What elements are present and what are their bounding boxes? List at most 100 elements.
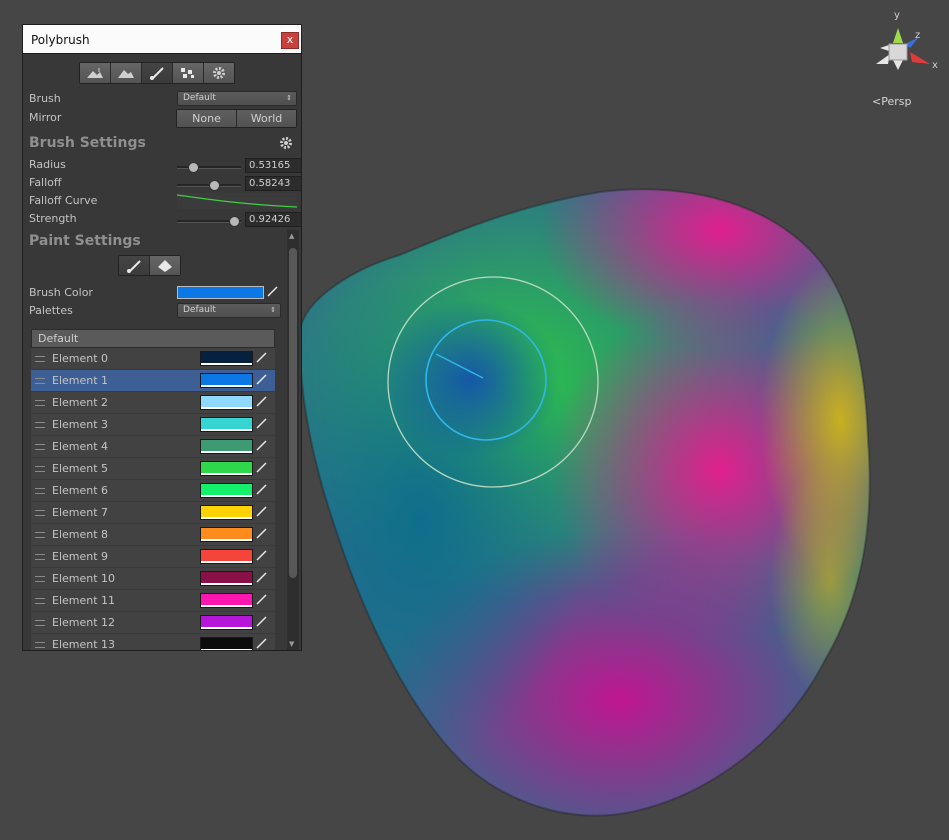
strength-value-field[interactable]: 0.92426 bbox=[245, 212, 301, 227]
palette-element-swatch[interactable] bbox=[200, 439, 253, 454]
palette-element-swatch[interactable] bbox=[200, 527, 253, 542]
palette-element-row[interactable]: Element 11 bbox=[31, 590, 275, 612]
drag-handle-icon[interactable] bbox=[35, 532, 45, 538]
eyedropper-icon[interactable] bbox=[256, 549, 268, 561]
eyedropper-icon[interactable] bbox=[256, 373, 268, 385]
falloff-curve-field[interactable] bbox=[176, 193, 298, 209]
palette-element-swatch[interactable] bbox=[200, 483, 253, 498]
eyedropper-icon[interactable] bbox=[256, 571, 268, 583]
smooth-icon bbox=[118, 70, 134, 78]
palette-element-swatch[interactable] bbox=[200, 373, 253, 388]
eyedropper-icon[interactable] bbox=[256, 483, 268, 495]
palette-element-row[interactable]: Element 4 bbox=[31, 436, 275, 458]
eyedropper-icon[interactable] bbox=[256, 351, 268, 363]
mirror-world-button[interactable]: World bbox=[237, 110, 296, 127]
scrollbar-thumb[interactable] bbox=[289, 248, 297, 578]
drag-handle-icon[interactable] bbox=[35, 554, 45, 560]
palette-element-swatch[interactable] bbox=[200, 417, 253, 432]
axis-y-label: y bbox=[894, 10, 900, 21]
mirror-none-button[interactable]: None bbox=[177, 110, 237, 127]
palette-element-swatch[interactable] bbox=[200, 593, 253, 608]
drag-handle-icon[interactable] bbox=[35, 576, 45, 582]
palette-element-swatch[interactable] bbox=[200, 505, 253, 520]
palette-element-row[interactable]: Element 8 bbox=[31, 524, 275, 546]
scroll-down-icon[interactable]: ▼ bbox=[289, 640, 294, 648]
eyedropper-icon[interactable] bbox=[256, 439, 268, 451]
paint-mode-button[interactable] bbox=[142, 63, 173, 83]
window-titlebar[interactable]: Polybrush x bbox=[23, 25, 301, 54]
palettes-dropdown[interactable]: Default ⇕ bbox=[177, 303, 281, 318]
palette-element-row[interactable]: Element 6 bbox=[31, 480, 275, 502]
scatter-prefab-icon bbox=[181, 68, 194, 78]
eyedropper-icon[interactable] bbox=[256, 461, 268, 473]
palette-element-row[interactable]: Element 13 bbox=[31, 634, 275, 651]
axis-x-label: x bbox=[932, 60, 938, 71]
radius-value-field[interactable]: 0.53165 bbox=[245, 158, 301, 173]
eyedropper-icon[interactable] bbox=[267, 285, 279, 297]
brush-dropdown[interactable]: Default ⇕ bbox=[177, 91, 297, 106]
eyedropper-icon[interactable] bbox=[256, 395, 268, 407]
palette-element-row[interactable]: Element 10 bbox=[31, 568, 275, 590]
palette-element-swatch[interactable] bbox=[200, 351, 253, 366]
falloff-slider[interactable] bbox=[177, 180, 241, 191]
palette-element-swatch[interactable] bbox=[200, 615, 253, 630]
paint-fill-tab[interactable] bbox=[150, 256, 180, 275]
palette-element-row[interactable]: Element 12 bbox=[31, 612, 275, 634]
eyedropper-icon[interactable] bbox=[256, 527, 268, 539]
axis-z-label: z bbox=[915, 30, 920, 41]
panel-scrollbar[interactable]: ▲ ▼ bbox=[287, 230, 299, 650]
palette-element-swatch[interactable] bbox=[200, 637, 253, 650]
smooth-mode-button[interactable] bbox=[111, 63, 142, 83]
brush-color-swatch[interactable] bbox=[177, 286, 264, 299]
radius-slider-thumb[interactable] bbox=[188, 162, 200, 173]
palette-element-label: Element 13 bbox=[52, 638, 116, 651]
strength-slider-thumb[interactable] bbox=[228, 216, 240, 227]
brush-label: Brush bbox=[29, 92, 61, 105]
drag-handle-icon[interactable] bbox=[35, 642, 45, 648]
scroll-up-icon[interactable]: ▲ bbox=[289, 232, 294, 240]
close-button[interactable]: x bbox=[281, 32, 299, 49]
brush-settings-gear-icon[interactable] bbox=[279, 136, 293, 150]
drag-handle-icon[interactable] bbox=[35, 598, 45, 604]
palette-element-row[interactable]: Element 0 bbox=[31, 348, 275, 370]
palettes-dropdown-value: Default bbox=[183, 305, 216, 315]
palette-element-label: Element 9 bbox=[52, 550, 109, 563]
projection-toggle[interactable]: <Persp bbox=[872, 95, 911, 108]
settings-mode-button[interactable] bbox=[204, 63, 234, 83]
palette-element-row[interactable]: Element 1 bbox=[31, 370, 275, 392]
palette-element-row[interactable]: Element 5 bbox=[31, 458, 275, 480]
drag-handle-icon[interactable] bbox=[35, 356, 45, 362]
palette-element-swatch[interactable] bbox=[200, 461, 253, 476]
palette-name[interactable]: Default bbox=[31, 329, 275, 348]
scatter-mode-button[interactable] bbox=[173, 63, 204, 83]
eyedropper-icon[interactable] bbox=[256, 593, 268, 605]
palette-element-row[interactable]: Element 2 bbox=[31, 392, 275, 414]
palette-element-swatch[interactable] bbox=[200, 549, 253, 564]
falloff-value-field[interactable]: 0.58243 bbox=[245, 176, 301, 191]
sculpt-mode-button[interactable] bbox=[80, 63, 111, 83]
drag-handle-icon[interactable] bbox=[35, 444, 45, 450]
palette-element-row[interactable]: Element 9 bbox=[31, 546, 275, 568]
orientation-gizmo[interactable]: y z x bbox=[876, 10, 938, 71]
painted-mesh[interactable] bbox=[250, 110, 920, 840]
eyedropper-icon[interactable] bbox=[256, 417, 268, 429]
palette-element-row[interactable]: Element 3 bbox=[31, 414, 275, 436]
palette-element-swatch[interactable] bbox=[200, 395, 253, 410]
drag-handle-icon[interactable] bbox=[35, 422, 45, 428]
drag-handle-icon[interactable] bbox=[35, 620, 45, 626]
eyedropper-icon[interactable] bbox=[256, 637, 268, 649]
palette-element-swatch[interactable] bbox=[200, 571, 253, 586]
falloff-slider-thumb[interactable] bbox=[209, 180, 221, 191]
eyedropper-icon[interactable] bbox=[256, 615, 268, 627]
eyedropper-icon[interactable] bbox=[256, 505, 268, 517]
paint-brush-tab[interactable] bbox=[119, 256, 150, 275]
strength-slider[interactable] bbox=[177, 216, 241, 227]
paint-settings-heading: Paint Settings bbox=[29, 233, 141, 249]
drag-handle-icon[interactable] bbox=[35, 378, 45, 384]
drag-handle-icon[interactable] bbox=[35, 400, 45, 406]
palette-element-row[interactable]: Element 7 bbox=[31, 502, 275, 524]
drag-handle-icon[interactable] bbox=[35, 488, 45, 494]
drag-handle-icon[interactable] bbox=[35, 510, 45, 516]
drag-handle-icon[interactable] bbox=[35, 466, 45, 472]
radius-slider[interactable] bbox=[177, 162, 241, 173]
